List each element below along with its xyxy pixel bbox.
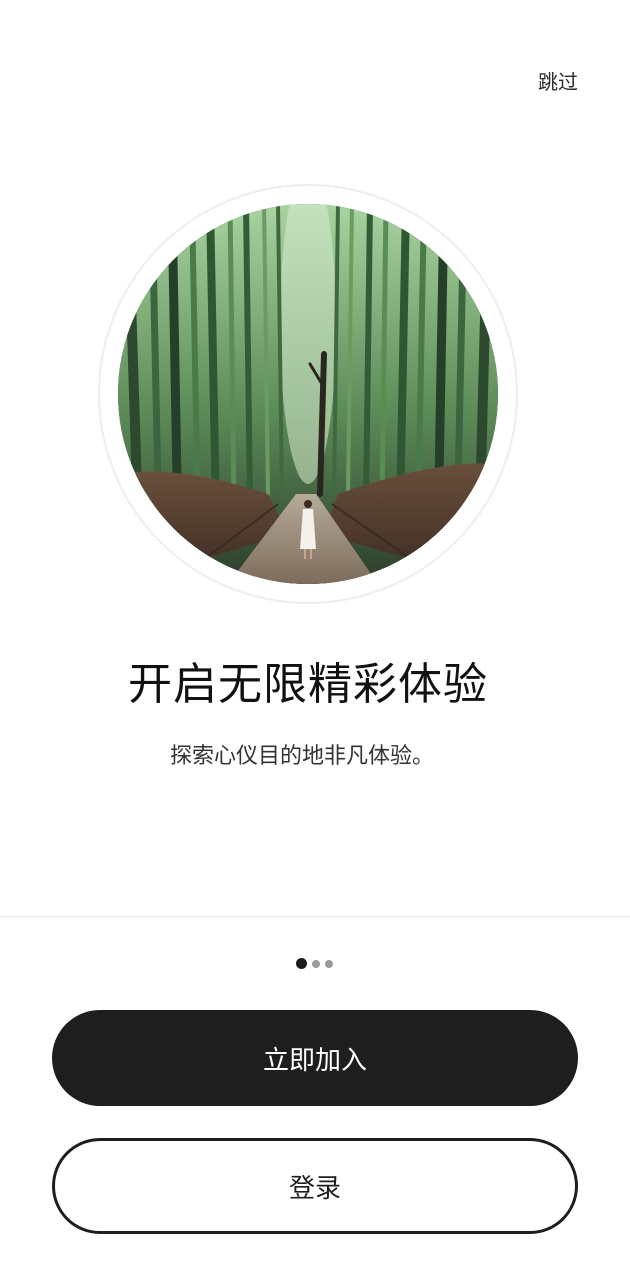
pager-dots <box>296 958 333 969</box>
page-title: 开启无限精彩体验 <box>128 659 488 710</box>
page-subtitle: 探索心仪目的地非凡体验。 <box>169 744 434 769</box>
hero-image <box>118 204 498 584</box>
skip-button[interactable]: 跳过 <box>538 66 578 95</box>
pager-dot[interactable] <box>312 959 320 968</box>
join-now-button[interactable]: 立即加入 <box>52 1010 578 1106</box>
pager-dot[interactable] <box>296 958 307 969</box>
divider <box>0 916 630 917</box>
login-button[interactable]: 登录 <box>52 1138 578 1234</box>
pager-dot[interactable] <box>325 959 333 968</box>
